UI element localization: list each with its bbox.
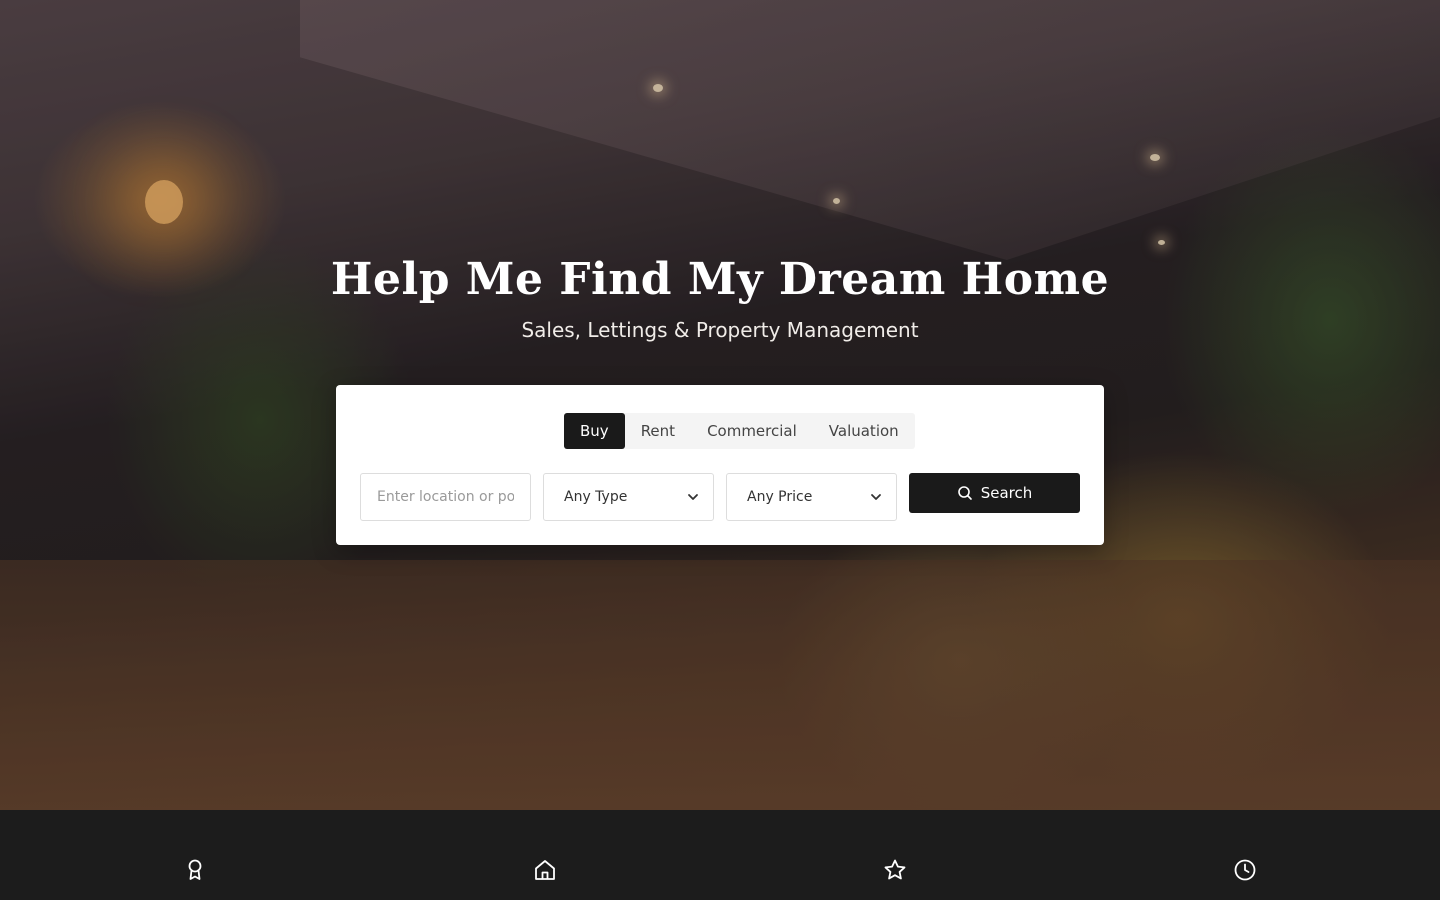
home-icon — [535, 860, 555, 880]
search-button[interactable]: Search — [909, 473, 1080, 513]
features-band — [0, 810, 1440, 900]
page-subtitle: Sales, Lettings & Property Management — [521, 318, 919, 342]
search-icon — [957, 486, 972, 500]
tab-rent[interactable]: Rent — [625, 413, 691, 449]
price-select[interactable]: Any Price — [726, 473, 897, 521]
property-search-card: Buy Rent Commercial Valuation Any Type A… — [336, 385, 1104, 545]
page-title: Help Me Find My Dream Home — [330, 254, 1110, 305]
property-type-value: Any Type — [564, 489, 628, 505]
chevron-down-icon — [871, 494, 881, 500]
star-icon — [884, 859, 906, 880]
search-button-label: Search — [980, 484, 1033, 502]
price-value: Any Price — [747, 489, 813, 505]
clock-icon — [1234, 859, 1256, 881]
tab-valuation[interactable]: Valuation — [813, 413, 915, 449]
hero-section: Help Me Find My Dream Home Sales, Lettin… — [0, 0, 1440, 810]
location-input[interactable] — [360, 473, 531, 521]
property-type-select[interactable]: Any Type — [543, 473, 714, 521]
award-icon — [188, 859, 202, 880]
search-tabs: Buy Rent Commercial Valuation — [564, 413, 915, 449]
chevron-down-icon — [688, 494, 698, 500]
tab-commercial[interactable]: Commercial — [691, 413, 813, 449]
tab-buy[interactable]: Buy — [564, 413, 625, 449]
